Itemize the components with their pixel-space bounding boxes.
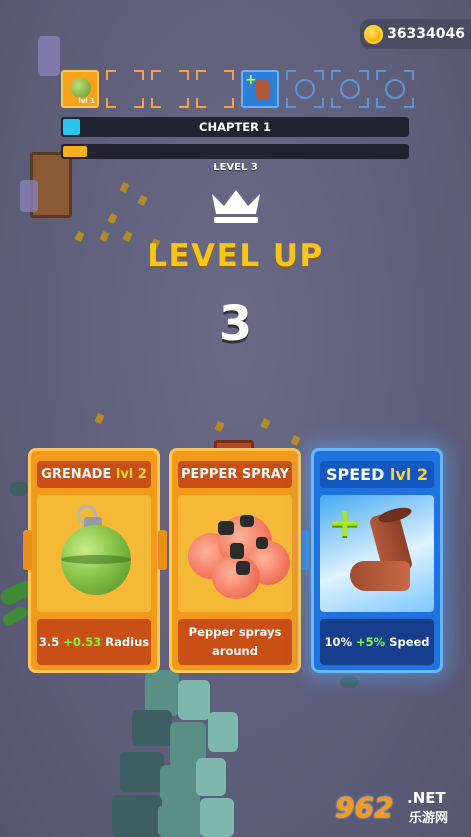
card-level: lvl 2 xyxy=(389,465,429,484)
desc-bonus: +5% xyxy=(356,634,386,649)
xp-gem xyxy=(137,194,148,207)
zombie xyxy=(208,712,238,752)
desc-unit: Speed xyxy=(389,634,430,649)
zombie xyxy=(158,805,204,837)
watermark-cn: 乐游网 xyxy=(409,811,449,826)
upgrade-card-grenade[interactable]: GRENADE lvl 2 3.5 +0.53 Radius xyxy=(28,448,160,673)
chapter-label: CHAPTER 1 xyxy=(199,120,271,134)
skill-slot-empty-passive xyxy=(376,70,414,108)
skill-slot-speed: + xyxy=(241,70,279,108)
xp-gem xyxy=(260,417,271,430)
xp-gem xyxy=(119,181,130,194)
upgrade-card-speed[interactable]: SPEED lvl 2 + 10% +5% Speed xyxy=(311,448,443,673)
desc-line-2: around xyxy=(212,644,258,658)
speed-boot-icon xyxy=(255,80,269,100)
desc-unit: Radius xyxy=(105,634,150,649)
card-connector xyxy=(300,530,309,570)
zombie xyxy=(340,676,358,688)
skill-slot-grenade: lvl 1 xyxy=(61,70,99,108)
zombie xyxy=(200,798,234,837)
card-description: 3.5 +0.53 Radius xyxy=(37,619,151,665)
slot-level-label: lvl 1 xyxy=(78,97,95,105)
coin-amount: 36334046 xyxy=(387,26,465,42)
card-title: PEPPER SPRAY xyxy=(178,461,292,488)
level-label: LEVEL 3 xyxy=(213,162,258,173)
crown-icon xyxy=(212,190,260,223)
card-connector xyxy=(158,530,167,570)
card-description: 10% +5% Speed xyxy=(320,619,434,665)
xp-gem xyxy=(214,420,225,433)
zombie xyxy=(120,752,164,792)
skill-slot-empty xyxy=(106,70,144,108)
xp-gem xyxy=(94,412,105,425)
level-up-title: LEVEL UP xyxy=(147,238,324,274)
scenery-statue xyxy=(20,180,38,212)
zombie xyxy=(178,680,210,720)
grenade-icon xyxy=(71,78,91,98)
coin-counter: 36334046 xyxy=(360,19,471,49)
watermark-net: .NET xyxy=(407,789,446,807)
site-watermark: 962 .NET 乐游网 xyxy=(335,789,465,829)
plus-icon: + xyxy=(328,500,362,546)
zombie xyxy=(10,482,28,496)
card-description: Pepper sprays around xyxy=(178,619,292,665)
card-image xyxy=(37,495,151,612)
card-connector xyxy=(23,530,32,570)
upgrade-card-pepper-spray[interactable]: PEPPER SPRAY Pepper sprays around xyxy=(169,448,301,673)
empty-ring-icon xyxy=(340,79,360,99)
zombie xyxy=(196,758,226,796)
level-number: 3 xyxy=(218,296,253,352)
zombie xyxy=(112,795,162,837)
skill-slot-empty xyxy=(151,70,189,108)
card-image: + xyxy=(320,495,434,612)
desc-bonus: +0.53 xyxy=(63,634,102,649)
card-name: SPEED xyxy=(325,465,385,484)
skill-slot-empty-passive xyxy=(286,70,324,108)
scenery-statue xyxy=(38,36,60,76)
desc-line-1: Pepper sprays xyxy=(188,625,282,639)
watermark-logo: 962 xyxy=(335,791,394,824)
scenery-vine xyxy=(0,604,30,628)
desc-base: 3.5 xyxy=(38,634,60,649)
card-name: PEPPER SPRAY xyxy=(180,467,289,482)
level-progress-fill xyxy=(63,146,87,157)
xp-gem xyxy=(107,212,118,225)
coin-icon xyxy=(364,24,384,44)
skill-slot-empty xyxy=(196,70,234,108)
skill-slot-empty-passive xyxy=(331,70,369,108)
card-name: GRENADE xyxy=(41,467,112,482)
level-progress-bar xyxy=(61,144,409,159)
desc-base: 10% xyxy=(324,634,352,649)
card-image xyxy=(178,495,292,612)
zombie xyxy=(132,710,172,746)
chapter-progress-bar: CHAPTER 1 xyxy=(61,117,409,137)
skill-slot-bar: lvl 1 + xyxy=(61,70,414,108)
card-title: SPEED lvl 2 xyxy=(320,461,434,488)
card-level: lvl 2 xyxy=(115,467,147,482)
xp-gem xyxy=(290,434,301,447)
card-title: GRENADE lvl 2 xyxy=(37,461,151,488)
empty-ring-icon xyxy=(295,79,315,99)
empty-ring-icon xyxy=(385,79,405,99)
